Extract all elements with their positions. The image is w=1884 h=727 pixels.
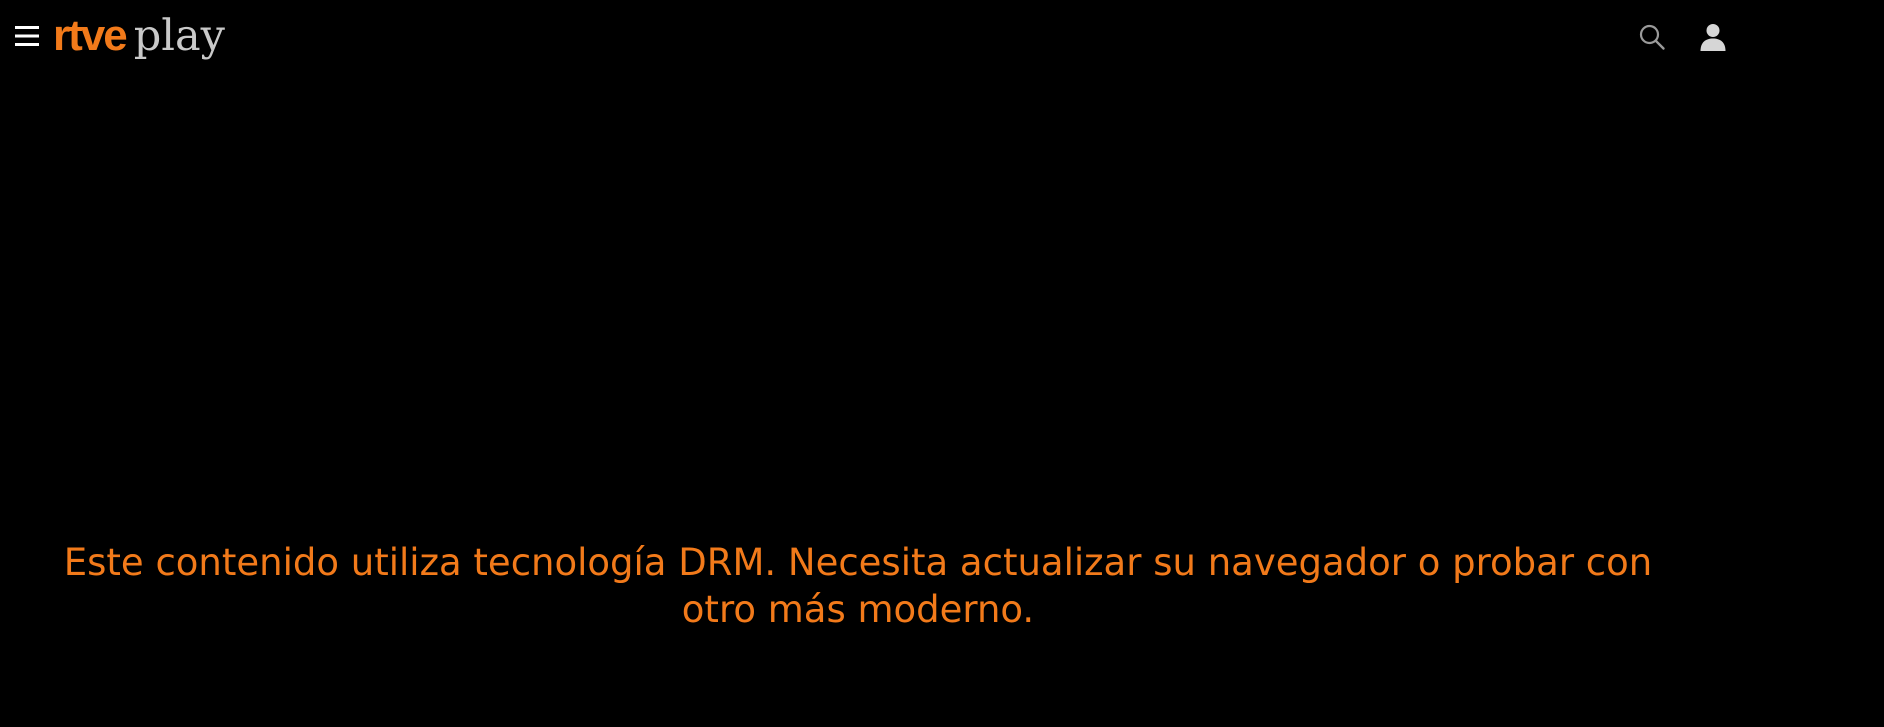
user-icon xyxy=(1700,24,1726,51)
user-account-button[interactable] xyxy=(1698,22,1728,52)
logo-product-text: play xyxy=(133,11,225,61)
search-button[interactable] xyxy=(1638,23,1666,51)
top-navigation-bar: rtve play xyxy=(0,0,1884,74)
menu-button[interactable] xyxy=(13,23,41,49)
drm-error-message: Este contenido utiliza tecnología DRM. N… xyxy=(63,541,1653,631)
hamburger-menu-icon xyxy=(15,26,39,46)
logo-brand-text: rtve xyxy=(53,11,128,60)
search-icon xyxy=(1639,24,1665,50)
rtve-play-logo[interactable]: rtve play xyxy=(53,8,225,64)
